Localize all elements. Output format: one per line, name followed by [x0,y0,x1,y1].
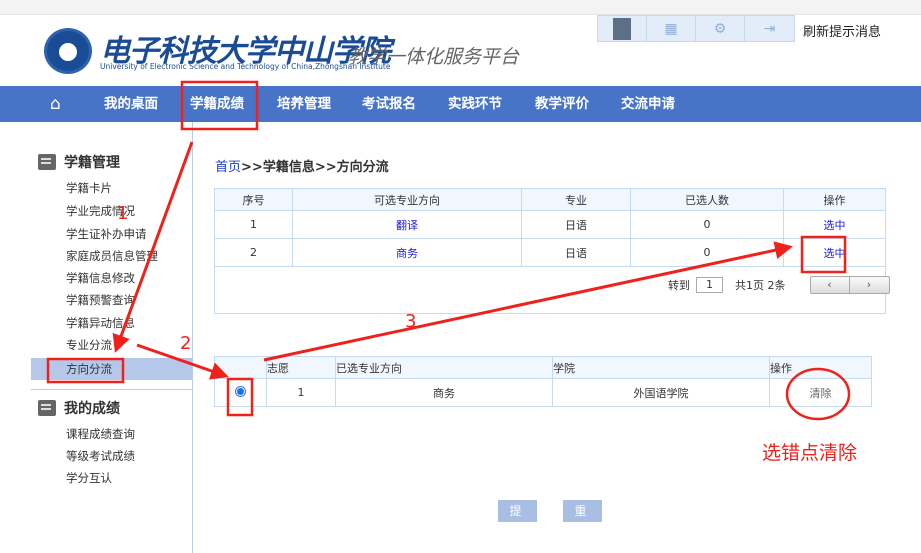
row-radio[interactable] [235,385,246,397]
breadcrumb-sep: >> [241,160,263,175]
section-divider [31,389,192,390]
direction-link[interactable]: 商务 [292,238,522,267]
nav-exam[interactable]: 考试报名 [362,86,416,122]
cell-count: 0 [630,238,784,267]
col-header: 操作 [783,188,886,211]
col-header: 已选专业方向 [335,356,553,379]
note-label: 选错点清除 [762,442,858,464]
available-directions-table: 序号 可选专业方向 专业 已选人数 操作 1 翻译 日语 0 选中 2 商务 日语 0 选中 [214,188,886,267]
reset-button[interactable]: 重 置 [563,500,602,540]
university-name-en: University of Electronic Science and Tec… [100,62,391,71]
page-summary: 共1页 2条 [735,279,786,292]
next-page-button[interactable]: › [850,277,889,293]
section-title: 我的成绩 [64,401,120,417]
university-seal-logo [44,28,92,74]
nav-evaluation[interactable]: 教学评价 [535,86,589,122]
clear-link[interactable]: 清除 [769,378,872,407]
prev-page-button[interactable]: ‹ [811,277,850,293]
sidebar-item[interactable]: 学籍卡片 [66,180,112,196]
select-link[interactable]: 选中 [783,210,886,239]
sidebar-item[interactable]: 学籍异动信息 [66,315,135,331]
sidebar-item[interactable]: 学生证补办申请 [66,226,147,242]
section-status-management: 学籍管理 [38,152,120,172]
step-3-label: 3 [405,311,417,332]
home-icon[interactable]: ⌂ [50,94,61,114]
sidebar-item[interactable]: 家庭成员信息管理 [66,248,158,264]
nav-training[interactable]: 培养管理 [277,86,331,122]
sidebar-item[interactable]: 学籍预警查询 [66,292,135,308]
pagination: 转到 1 共1页 2条 ‹ › [668,276,890,294]
refresh-messages-link[interactable]: 刷新提示消息 [803,21,881,40]
sidebar-item-active[interactable]: 方向分流 [66,361,112,377]
sidebar-item[interactable]: 等级考试成绩 [66,448,135,464]
nav-exchange[interactable]: 交流申请 [621,86,675,122]
col-header [214,356,267,379]
browser-strip [0,0,921,15]
cell-no: 1 [214,210,293,239]
table-row: 2 商务 日语 0 选中 [214,238,886,267]
step-1-label: 1 [117,203,129,224]
cell-no: 2 [214,238,293,267]
user-avatar-button[interactable] [598,16,647,41]
page-input[interactable]: 1 [696,277,723,293]
col-header: 可选专业方向 [292,188,522,211]
breadcrumb-sep: >> [314,160,337,175]
cell-direction: 商务 [335,378,553,407]
cell-major: 日语 [521,210,631,239]
main-nav: ⌂ 我的桌面 学籍成绩 培养管理 考试报名 实践环节 教学评价 交流申请 [0,86,921,122]
section-icon [38,400,56,416]
goto-label: 转到 [668,279,690,292]
table-row: 1 商务 外国语学院 清除 [214,378,872,407]
cell-major: 日语 [521,238,631,267]
nav-practice[interactable]: 实践环节 [448,86,502,122]
step-2-label: 2 [180,333,192,354]
direction-link[interactable]: 翻译 [292,210,522,239]
sidebar-item[interactable]: 学籍信息修改 [66,270,135,286]
col-header: 已选人数 [630,188,784,211]
sidebar-item[interactable]: 学分互认 [66,470,112,486]
table-row: 1 翻译 日语 0 选中 [214,210,886,239]
col-header: 序号 [214,188,293,211]
nav-status-grades[interactable]: 学籍成绩 [190,86,244,122]
col-header: 操作 [769,356,872,379]
selected-directions-table: 志愿 已选专业方向 学院 操作 1 商务 外国语学院 清除 [214,356,872,407]
col-header: 专业 [521,188,631,211]
section-icon [38,154,56,170]
section-my-grades: 我的成绩 [38,398,120,418]
col-header: 志愿 [266,356,336,379]
platform-title: 教学一体化服务平台 [348,46,520,68]
submit-button[interactable]: 提 交 [498,500,537,540]
avatar [613,17,631,40]
breadcrumb-home[interactable]: 首页 [215,160,241,175]
sidebar-divider [192,122,193,553]
grid-icon[interactable]: ▦ [647,16,696,41]
gear-icon[interactable]: ⚙ [696,16,745,41]
breadcrumb-current: 方向分流 [336,160,389,175]
sidebar-item[interactable]: 课程成绩查询 [66,426,135,442]
cell-rank: 1 [266,378,336,407]
select-link[interactable]: 选中 [783,238,886,267]
breadcrumb-item: 学籍信息 [262,160,315,175]
col-header: 学院 [552,356,770,379]
cell-college: 外国语学院 [552,378,770,407]
breadcrumb: 首页>>学籍信息>>方向分流 [215,156,389,175]
nav-desktop[interactable]: 我的桌面 [104,86,158,122]
cell-count: 0 [630,210,784,239]
logout-icon[interactable]: ⇥ [745,16,794,41]
user-toolbar: ▦ ⚙ ⇥ [597,15,795,42]
sidebar-item[interactable]: 专业分流 [66,337,112,353]
section-title: 学籍管理 [64,155,120,171]
